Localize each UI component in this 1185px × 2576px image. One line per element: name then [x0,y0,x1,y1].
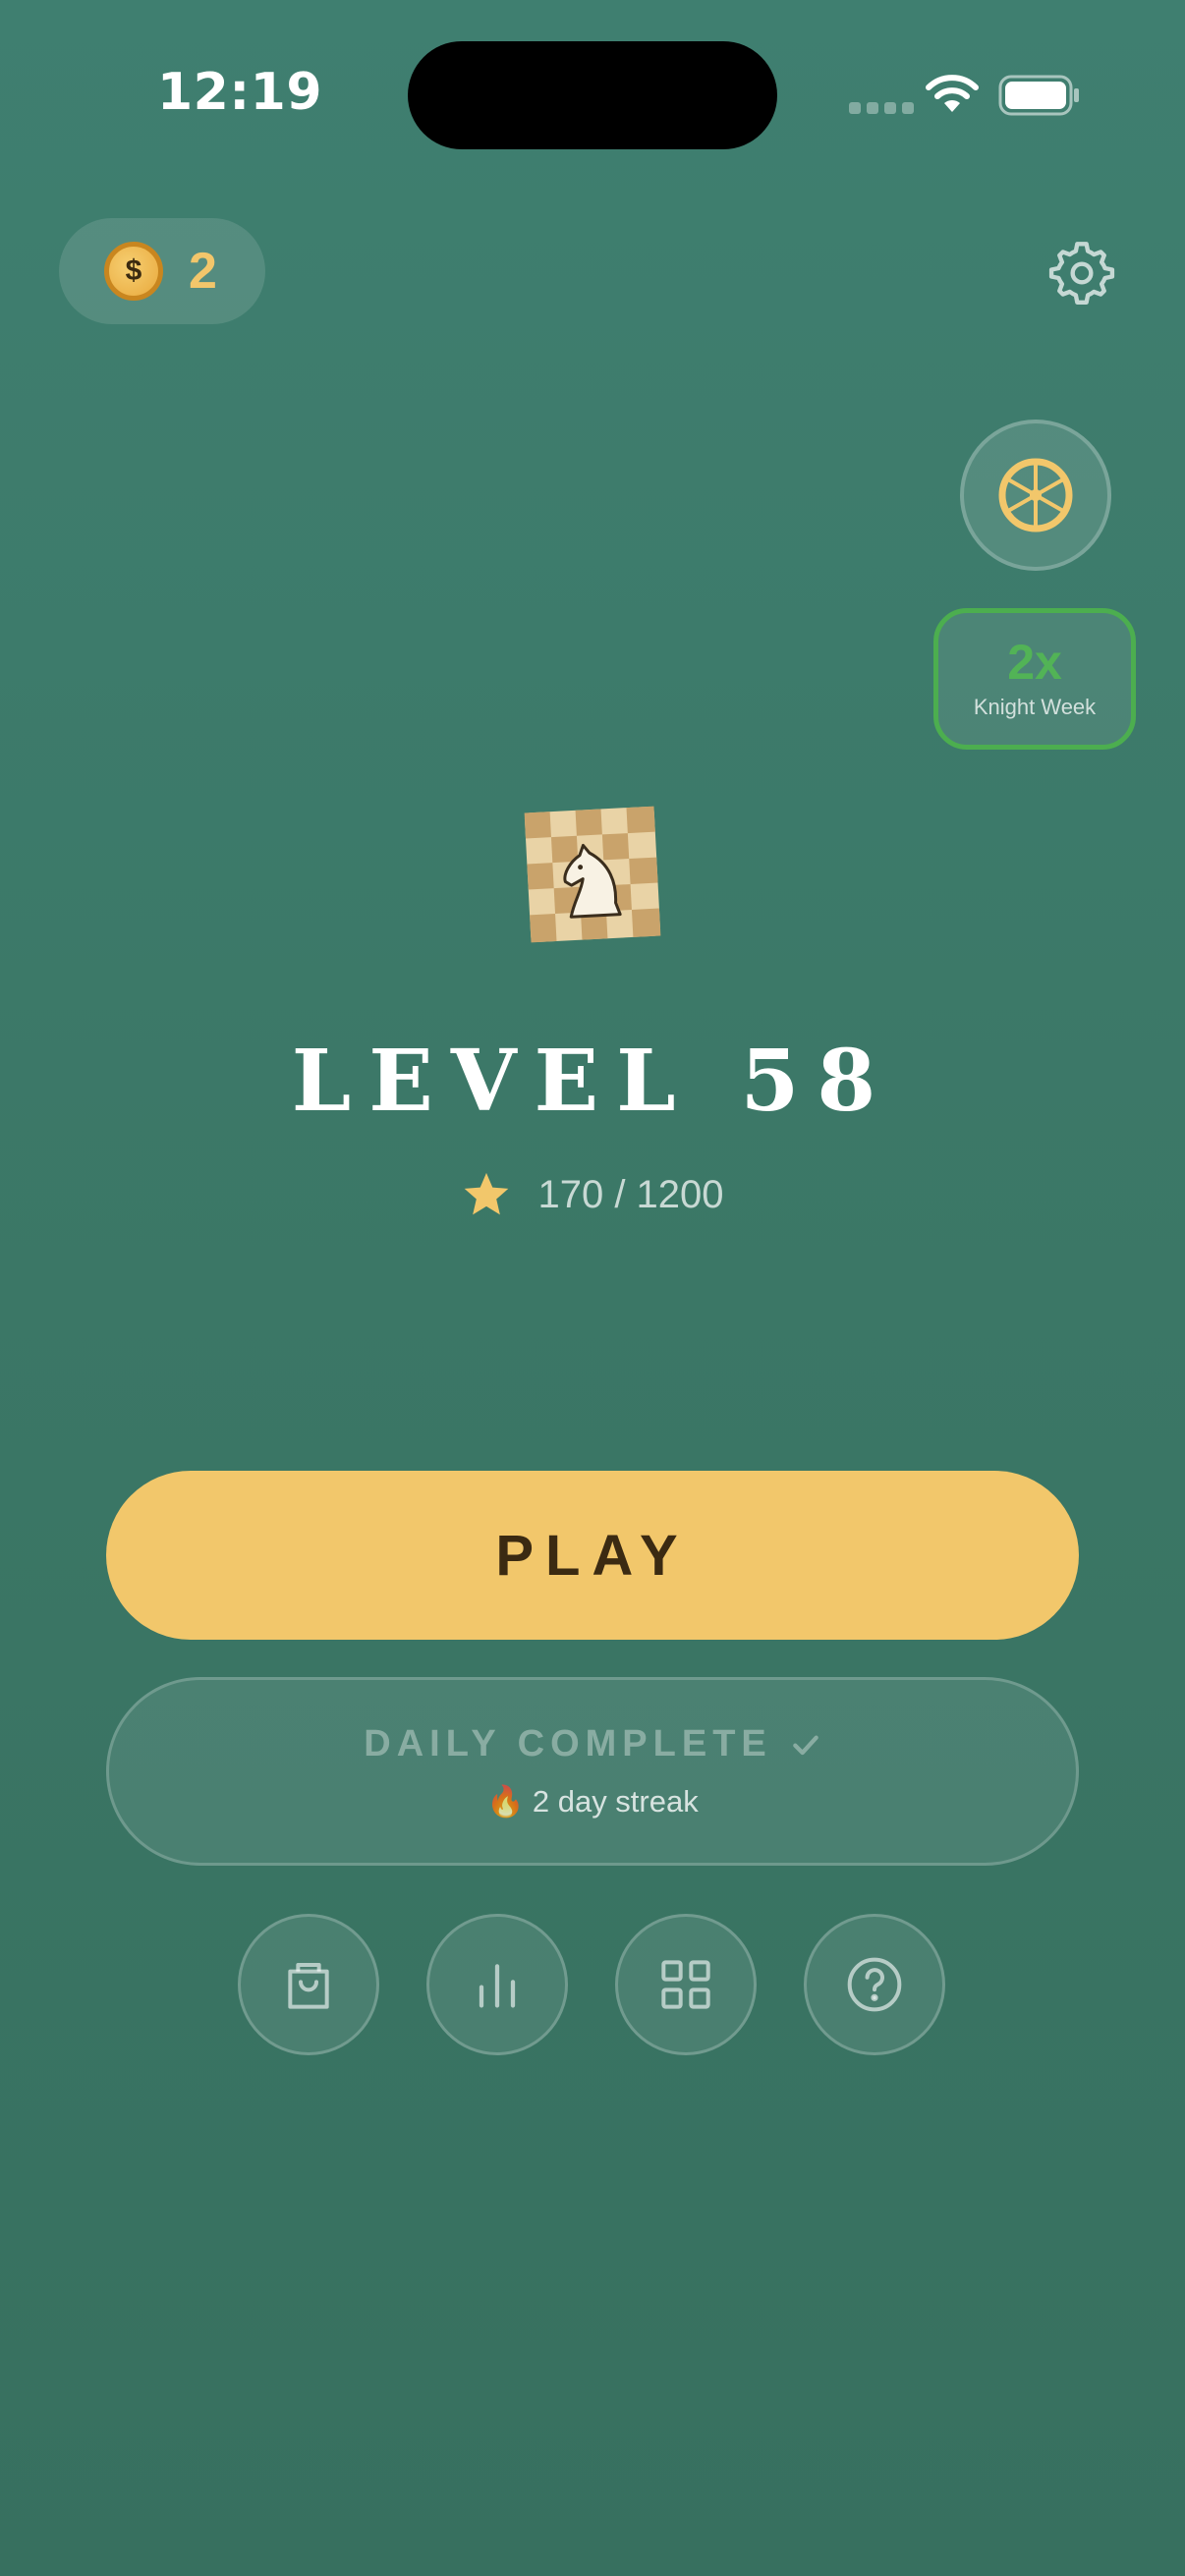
settings-gear-icon[interactable] [1047,239,1116,312]
help-question-icon [847,1957,902,2012]
checkmark-icon [792,1735,818,1755]
wifi-icon [924,75,981,119]
daily-complete-title: DAILY COMPLETE [364,1723,821,1765]
dynamic-island [408,41,777,149]
coin-icon: $ [104,242,163,301]
knight-board-icon [524,806,661,948]
shop-button[interactable] [238,1914,379,2055]
stars-progress: 170 / 1200 [0,1169,1185,1220]
cellular-signal-icon [849,102,914,114]
battery-icon [998,75,1081,121]
daily-complete-label: DAILY COMPLETE [364,1723,772,1764]
prize-wheel-icon [998,458,1073,532]
coin-balance[interactable]: $ 2 [59,218,265,324]
coin-symbol: $ [125,254,142,287]
play-button[interactable]: PLAY [106,1471,1079,1640]
bottom-nav [238,1914,945,2055]
boost-multiplier: 2x [1007,635,1062,690]
shop-bag-icon [288,1963,329,2009]
streak-text: 2 day streak [532,1783,699,1819]
boost-label: Knight Week [973,695,1097,719]
levels-grid-button[interactable] [615,1914,757,2055]
stats-bars-icon [479,1964,516,2008]
coin-count: 2 [189,243,217,300]
help-button[interactable] [804,1914,945,2055]
level-title: LEVEL 58 [291,1032,894,1131]
grid-icon [661,1960,710,2009]
daily-challenge-button[interactable]: DAILY COMPLETE 🔥 2 day streak [106,1677,1079,1866]
knight-week-boost-badge[interactable]: 2x Knight Week [933,608,1136,750]
stars-progress-text: 170 / 1200 [537,1172,724,1216]
stats-button[interactable] [426,1914,568,2055]
fire-icon: 🔥 [486,1784,525,1819]
streak-row: 🔥 2 day streak [486,1783,698,1820]
star-icon [465,1172,509,1215]
status-time: 12:19 [157,63,323,122]
prize-wheel-button[interactable] [960,420,1111,571]
